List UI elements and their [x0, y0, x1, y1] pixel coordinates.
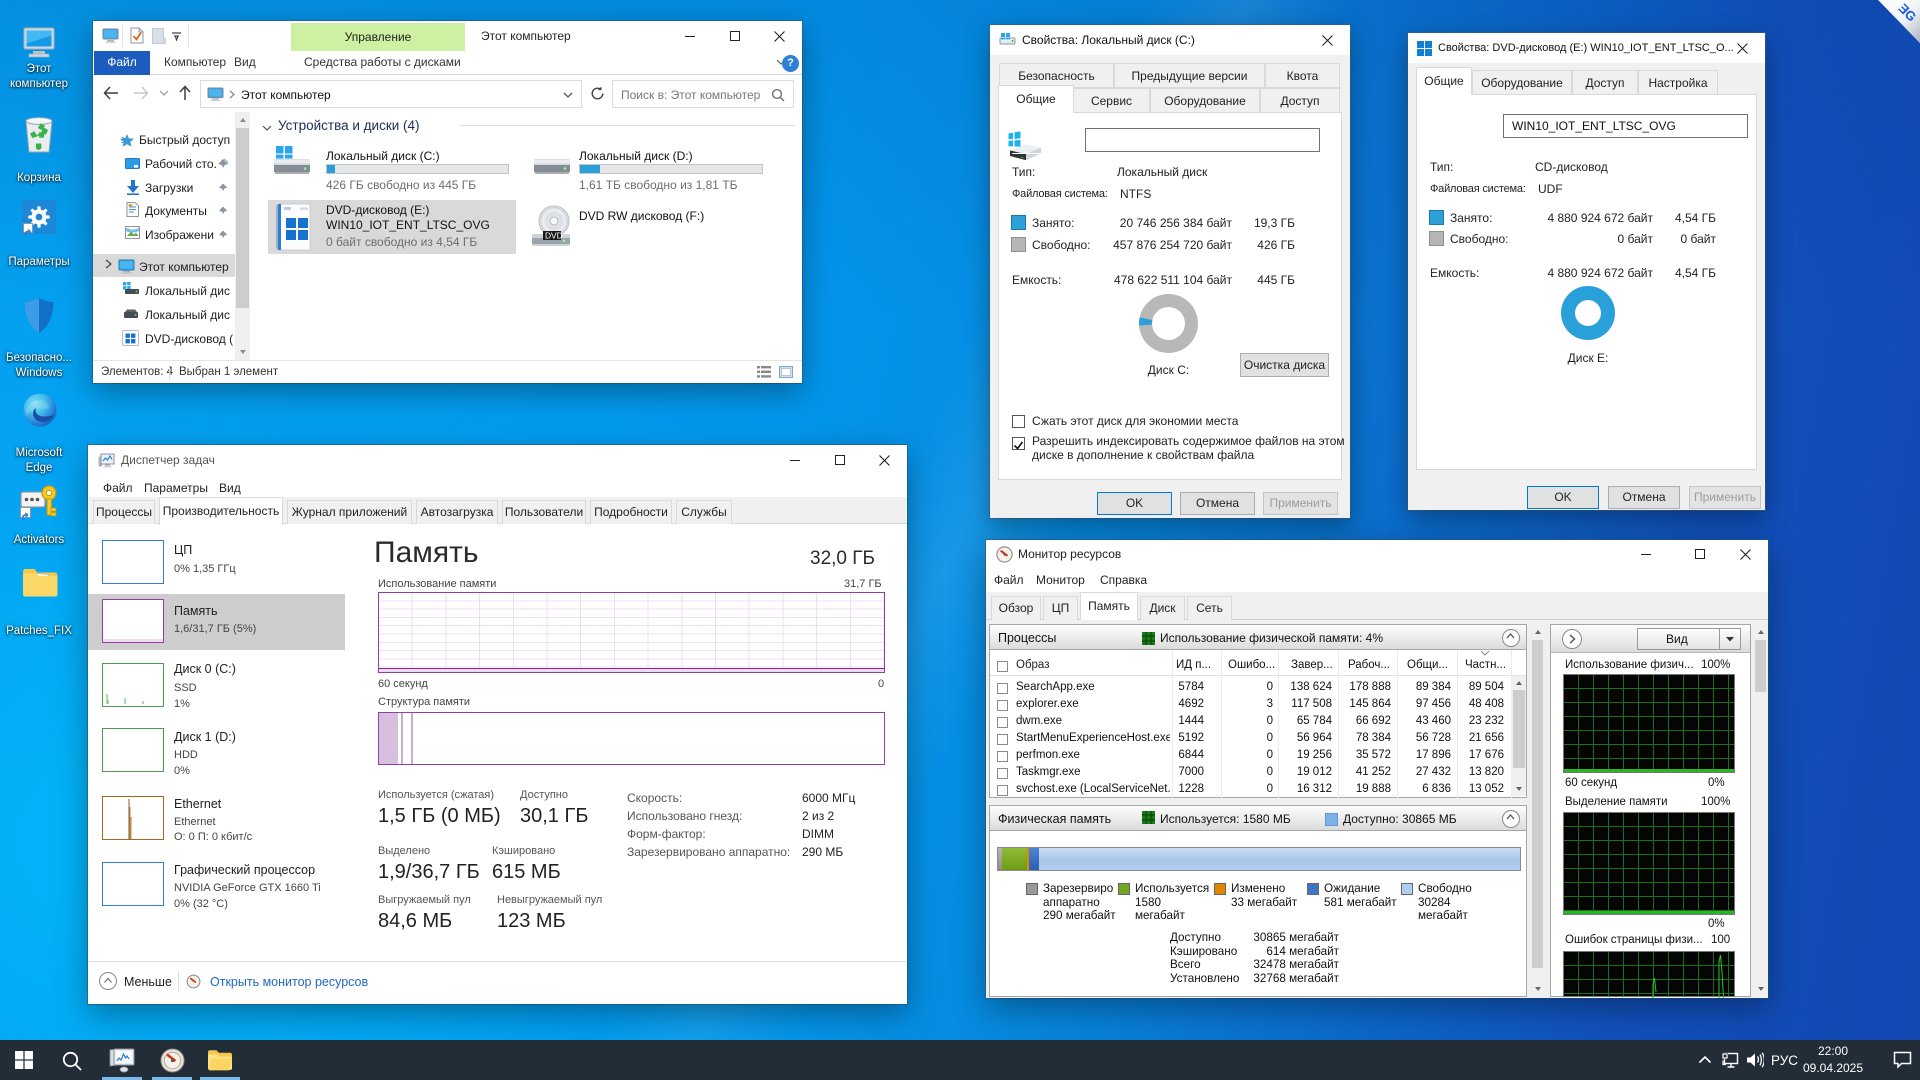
svg-text:DVD: DVD	[545, 231, 563, 241]
